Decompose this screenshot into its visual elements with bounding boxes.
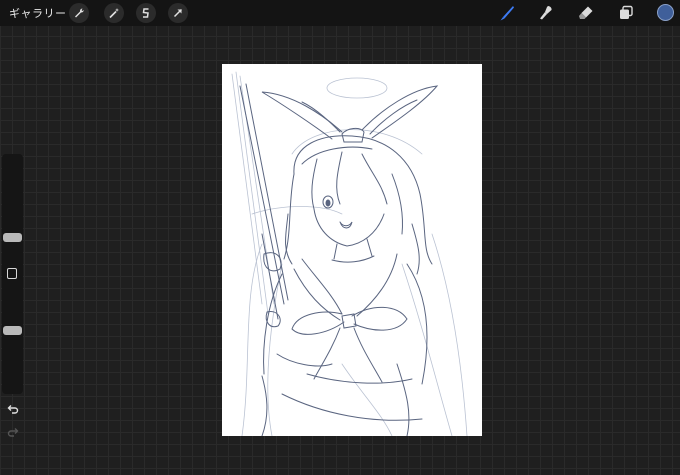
- undo-button[interactable]: [4, 401, 22, 417]
- redo-button[interactable]: [4, 424, 22, 440]
- actions-wrench-button[interactable]: [69, 3, 89, 23]
- sidebar: [2, 154, 23, 437]
- drawing-canvas[interactable]: [222, 64, 482, 436]
- brush-tool-button[interactable]: [497, 3, 517, 23]
- selection-button[interactable]: [136, 3, 156, 23]
- redo-icon: [7, 428, 19, 437]
- eraser-icon: [579, 6, 593, 19]
- brush-size-slider[interactable]: [3, 232, 22, 242]
- color-picker-button[interactable]: [657, 4, 674, 21]
- brush-opacity-slider[interactable]: [3, 325, 22, 335]
- layers-icon: [620, 5, 633, 19]
- eraser-tool-button[interactable]: [576, 3, 596, 23]
- smudge-tool-button[interactable]: [536, 3, 556, 23]
- top-toolbar: ギャラリー: [0, 0, 680, 26]
- wrench-icon: [75, 8, 84, 18]
- layers-button[interactable]: [616, 3, 636, 23]
- smudge-icon: [540, 6, 552, 20]
- undo-icon: [7, 405, 19, 414]
- transform-arrow-icon: [173, 8, 183, 18]
- gallery-button[interactable]: ギャラリー: [9, 5, 67, 21]
- modify-square-icon[interactable]: [7, 268, 17, 279]
- brush-icon: [500, 6, 514, 21]
- sketch-drawing: [231, 71, 468, 436]
- selection-icon: [142, 8, 149, 18]
- magic-wand-icon: [109, 8, 119, 19]
- transform-button[interactable]: [168, 3, 188, 23]
- adjustments-button[interactable]: [104, 3, 124, 23]
